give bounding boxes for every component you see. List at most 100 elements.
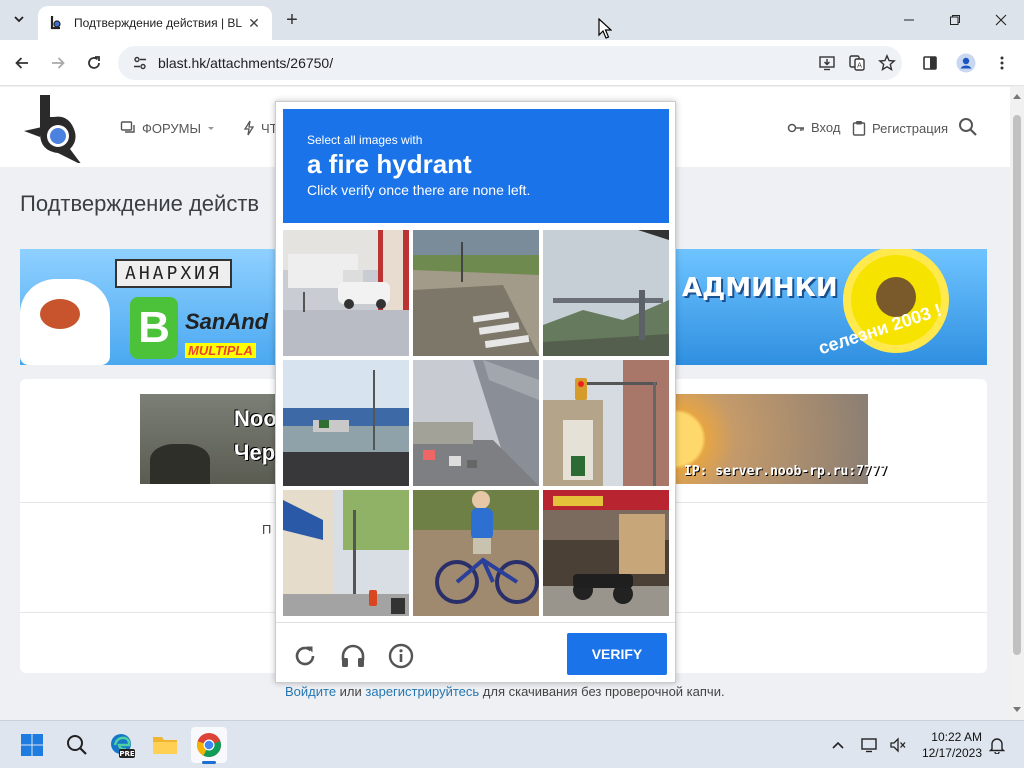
clock-date: 12/17/2023 [921, 746, 982, 760]
show-hidden-icons-button[interactable] [826, 727, 850, 763]
reload-button[interactable] [80, 49, 108, 77]
audio-challenge-button[interactable] [338, 641, 368, 671]
tile-overpass-road[interactable] [413, 360, 539, 486]
svg-text:A: A [857, 62, 862, 70]
minimize-button[interactable] [886, 0, 932, 40]
volume-button[interactable] [884, 727, 912, 763]
nav-login-label: Вход [811, 120, 841, 135]
or-text: или [336, 684, 366, 699]
close-window-button[interactable] [978, 0, 1024, 40]
nav-register-label: Регистрация [872, 120, 948, 136]
taskbar-clock[interactable]: 10:22 AM 12/17/2023 [918, 729, 982, 761]
captcha-instruction: Select all images with [307, 133, 423, 147]
noob-banner-right[interactable]: IP: server.noob-rp.ru:7777 [676, 394, 888, 484]
noob-line1: Noob [234, 406, 276, 431]
server-ip-text: IP: server.noob-rp.ru:7777 [684, 464, 888, 479]
chrome-taskbar-button[interactable] [191, 727, 227, 764]
captcha-header: Select all images with a fire hydrant Cl… [283, 109, 669, 223]
scroll-thumb[interactable] [1013, 115, 1021, 655]
tab-title: Подтверждение действия | BL [74, 16, 243, 30]
tile-traffic-light[interactable] [543, 360, 669, 486]
url-text: blast.hk/attachments/26750/ [158, 55, 334, 71]
banner-admins-text: АДМИНКИ [682, 273, 838, 303]
tab-search-button[interactable] [8, 8, 30, 30]
page-scrollbar[interactable] [1010, 87, 1024, 720]
browser-toolbar: blast.hk/attachments/26750/ A [0, 40, 1024, 86]
tile-bridge-sky[interactable] [543, 230, 669, 356]
nav-register[interactable]: Регистрация [852, 120, 948, 136]
edge-icon: PRE [111, 734, 135, 758]
side-panel-icon [923, 56, 937, 70]
verify-button[interactable]: VERIFY [567, 633, 667, 675]
scroll-up-icon[interactable] [1013, 93, 1021, 99]
chevron-up-icon [832, 741, 844, 749]
tile-storefront-hydrant[interactable] [283, 490, 409, 616]
nav-chat[interactable]: ЧТ [243, 120, 278, 136]
captcha-hint: Click verify once there are none left. [307, 182, 531, 198]
help-button[interactable] [386, 641, 416, 671]
speaker-muted-icon [890, 737, 906, 753]
arrow-right-icon [52, 57, 65, 69]
browser-tab[interactable]: Подтверждение действия | BL ✕ [38, 6, 272, 40]
download-note: Войдите или зарегистрируйтесь для скачив… [285, 684, 725, 699]
tile-shop-motorbikes[interactable] [543, 490, 669, 616]
install-app-button[interactable] [812, 48, 842, 78]
admins-banner[interactable]: АДМИНКИ селезни 2003 ! [676, 249, 987, 365]
avatar-icon [956, 53, 976, 73]
info-icon [388, 643, 414, 669]
banner-sa-sub: MULTIPLA [185, 343, 256, 358]
recaptcha-challenge: Select all images with a fire hydrant Cl… [275, 101, 676, 683]
login-link[interactable]: Войдите [285, 684, 336, 699]
install-icon [819, 56, 835, 71]
side-panel-button[interactable] [916, 49, 944, 77]
nav-forums[interactable]: ФОРУМЫ [120, 120, 215, 136]
back-button[interactable] [8, 49, 36, 77]
forward-button[interactable] [44, 49, 72, 77]
menu-button[interactable] [988, 49, 1016, 77]
chrome-icon [197, 733, 221, 757]
nav-login[interactable]: Вход [787, 120, 840, 135]
taskbar-search-button[interactable] [59, 727, 95, 763]
captcha-object: a fire hydrant [307, 149, 472, 179]
profile-button[interactable] [952, 49, 980, 77]
noob-banner-left[interactable]: Noob Чере [140, 394, 276, 484]
network-button[interactable] [856, 727, 884, 763]
search-icon [67, 735, 87, 755]
restore-button[interactable] [932, 0, 978, 40]
address-bar[interactable]: blast.hk/attachments/26750/ A [118, 46, 902, 80]
file-explorer-button[interactable] [147, 727, 183, 763]
blasthack-logo[interactable] [20, 93, 90, 163]
translate-button[interactable]: A [842, 48, 872, 78]
noob-banner-left-text: Noob Чере [234, 402, 276, 470]
tile-crosswalk[interactable] [413, 230, 539, 356]
search-icon[interactable] [958, 117, 978, 137]
key-icon [787, 123, 804, 132]
reload-challenge-button[interactable] [290, 641, 320, 671]
monitor-network-icon [861, 738, 877, 753]
banner-sign: АНАРХИЯ [115, 259, 232, 288]
star-icon [878, 54, 896, 71]
scroll-down-icon[interactable] [1013, 707, 1021, 713]
chevron-down-icon [14, 16, 24, 23]
tab-close-icon[interactable]: ✕ [246, 15, 262, 31]
tile-waterfront[interactable] [283, 360, 409, 486]
notifications-button[interactable] [984, 727, 1010, 763]
comments-icon [120, 121, 135, 133]
tile-boy-bicycle[interactable] [413, 490, 539, 616]
tab-strip: Подтверждение действия | BL ✕ + [0, 0, 1024, 40]
edge-preview-button[interactable]: PRE [104, 727, 140, 763]
register-link[interactable]: зарегистрируйтесь [365, 684, 479, 699]
banner-cow-snout [40, 299, 80, 329]
bookmark-button[interactable] [872, 48, 902, 78]
start-button[interactable] [14, 727, 50, 763]
clipboard-icon [852, 121, 866, 136]
blasthack-favicon-icon [50, 16, 61, 30]
tune-icon [134, 56, 146, 70]
site-info-button[interactable] [128, 51, 152, 75]
new-tab-button[interactable]: + [281, 9, 303, 31]
bridge-sky-image [543, 230, 669, 356]
banner-silhouette [150, 444, 210, 484]
tile-street-truck[interactable] [283, 230, 409, 356]
download-note-text: для скачивания без проверочной капчи. [479, 684, 725, 699]
anarchy-banner[interactable]: АНАРХИЯ B SanAnd MULTIPLA [20, 249, 275, 365]
